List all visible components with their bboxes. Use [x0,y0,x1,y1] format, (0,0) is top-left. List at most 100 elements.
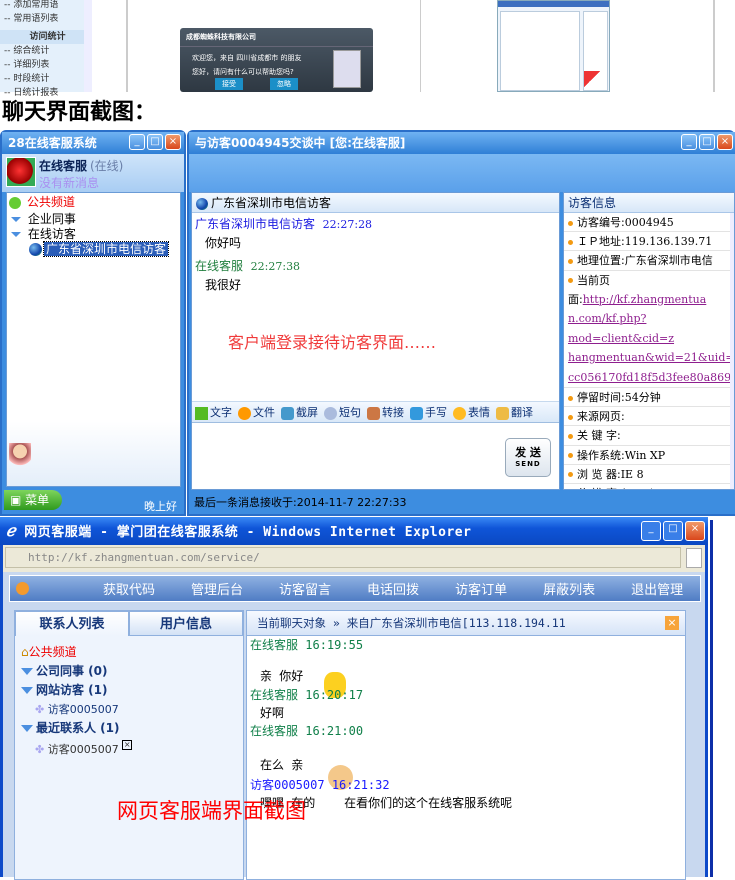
tree-group-visitors[interactable]: 网站访客 (1) [21,681,132,700]
close-button[interactable]: × [165,134,181,150]
agent-icon [9,443,31,471]
pen-icon [410,406,423,420]
message-meta: 在线客服 22:27:38 [195,259,301,273]
accept-button[interactable]: 接受 [215,78,243,90]
message-input[interactable] [192,424,492,488]
annotation-text: 客户端登录接待访客界面…… [228,333,437,352]
info-icon [9,196,21,209]
emoji-tool[interactable]: 表情 [453,404,490,420]
message-meta: 广东省深圳市电信访客 22:27:28 [195,217,373,231]
nav-blocklist[interactable]: 屏蔽列表 [543,579,595,598]
ie-chat-panel: 当前聊天对象 » 来自广东省深圳市电信[113.118.194.11 × 在线客… [246,610,686,880]
message-list: 在线客服 16:19:55 亲 你好 在线客服 16:20:17 好啊 在线客服… [247,636,685,812]
visitor-info-row: 访客编号:0004945 [564,213,734,233]
nav-admin[interactable]: 管理后台 [191,579,243,598]
minimize-button[interactable]: _ [129,134,145,150]
message-text: 好啊 [260,706,285,720]
maximize-button[interactable]: □ [147,134,163,150]
agent-avatar [333,50,361,88]
visitor-info-row: 操作系统:Win XP [564,446,734,465]
greeting: 晚上好 [144,500,177,513]
expand-icon [21,687,33,694]
close-button[interactable]: × [685,521,705,541]
menu-button[interactable]: ▣ 菜单 [4,490,62,510]
tree-item-visitor[interactable]: ✤ 访客0005007 [21,700,132,719]
tree-group-visitors[interactable]: 在线访客 [7,227,180,242]
tree-item-recent-visitor[interactable]: ✤ 访客0005007 × [21,740,133,759]
globe-icon [196,197,208,210]
ignore-button[interactable]: 忽略 [270,78,298,90]
admin-menu-item[interactable]: -- 常用语列表 [0,14,91,24]
page-icon[interactable] [686,548,702,568]
admin-menu-item[interactable]: -- 添加常用语 [0,0,91,10]
logo-icon [16,582,29,595]
phrase-tool[interactable]: 短句 [324,404,361,420]
section-heading: 聊天界面截图： [2,99,157,125]
divider [126,0,128,92]
nav-logout[interactable]: 退出管理 [631,579,683,598]
translate-tool[interactable]: 翻译 [496,404,533,420]
file-tool[interactable]: 文件 [238,404,275,420]
visitor-info-row: 地理位置:广东省深圳市电信 [564,251,734,271]
nav-messages[interactable]: 访客留言 [279,579,331,598]
close-button[interactable]: × [717,134,733,150]
tree-group-colleagues[interactable]: 公司同事 (0) [21,662,132,681]
tree-item-public[interactable]: ⌂公共频道 [21,643,132,662]
admin-menu-item[interactable]: -- 综合统计 [0,46,91,56]
message-text: 嘿嘿 在的 在看你们的这个在线客服系统呢 [260,796,513,810]
screenshot-tool[interactable]: 截屏 [281,404,318,420]
visitor-info-panel: 访客信息 访客编号:0004945 ＩＰ地址:119.136.139.71 地理位置… [563,192,735,490]
divider [420,0,421,92]
scrollbar[interactable] [730,213,734,489]
admin-menu-section[interactable]: 访问统计 [0,30,91,44]
current-page-link[interactable]: http://kf.zhangmentua [583,293,707,306]
bullet-icon [568,278,573,284]
font-icon [195,406,208,420]
nav-orders[interactable]: 访客订单 [455,579,507,598]
tree-item-visitor[interactable]: 广东省深圳市电信访客 [7,241,180,258]
chat-toolbar: 文字 文件 截屏 短句 转接 手写 表情 翻译 [192,401,559,423]
send-button[interactable]: 发 送 SEND [505,438,551,477]
tree-group-recent[interactable]: 最近联系人 (1) [21,719,132,738]
text-tool[interactable]: 文字 [195,404,232,420]
admin-menu-item[interactable]: -- 详细列表 [0,60,91,70]
current-page-link[interactable]: hangmentuan&wid=21&uid=db82 [568,348,734,368]
transfer-icon [367,406,380,420]
user-icon: ✤ [35,703,45,716]
minimize-button[interactable]: _ [641,521,661,541]
annotation-text: 网页客服端界面截图 [117,799,306,823]
message-list: 广东省深圳市电信访客 22:27:28 你好吗 在线客服 22:27:38 我很… [192,213,559,297]
expand-icon [21,725,33,732]
address-input[interactable]: http://kf.zhangmentuan.com/service/ [5,547,681,568]
scrollbar[interactable] [84,0,92,92]
chat-header: 广东省深圳市电信访客 [192,193,559,213]
bullet-icon [568,239,573,245]
maximize-button[interactable]: □ [699,134,715,150]
nav-bar: 获取代码 管理后台 访客留言 电话回拨 访客订单 屏蔽列表 退出管理 [9,575,701,602]
tab-contacts[interactable]: 联系人列表 [15,611,129,636]
tree-item-public[interactable]: 公共频道 [7,193,180,212]
status-bar: 最后一条消息接收于:2014-11-7 22:27:33 [194,496,407,509]
chat-window: 与访客0004945交谈中 [您:在线客服] _ □ × 广东省深圳市电信访客 … [187,130,735,516]
message-meta: 在线客服 16:20:17 [250,688,364,702]
close-icon[interactable]: × [122,740,133,750]
transfer-tool[interactable]: 转接 [367,404,404,420]
avatar[interactable] [6,157,36,187]
address-bar: http://kf.zhangmentuan.com/service/ [3,545,705,572]
maximize-button[interactable]: □ [663,521,683,541]
chat-window-preview [497,0,610,92]
expand-icon [11,232,21,237]
close-chat-button[interactable]: × [665,616,679,630]
current-page-link[interactable]: cc056170fd18f5d3fee80a86959b [568,368,734,388]
minimize-button[interactable]: _ [681,134,697,150]
nav-get-code[interactable]: 获取代码 [103,579,155,598]
new-message-status[interactable]: 没有新消息 [39,174,99,191]
visitor-info-row: 关 键 字: [564,426,734,446]
bullet-icon [568,472,573,478]
tab-user-info[interactable]: 用户信息 [129,611,243,636]
handwrite-tool[interactable]: 手写 [410,404,447,420]
nav-callback[interactable]: 电话回拨 [367,579,419,598]
tree-group-colleagues[interactable]: 企业同事 [7,212,180,227]
current-page-link[interactable]: n.com/kf.php?mod=client&cid=z [568,309,734,348]
admin-menu-item[interactable]: -- 时段统计 [0,74,91,84]
